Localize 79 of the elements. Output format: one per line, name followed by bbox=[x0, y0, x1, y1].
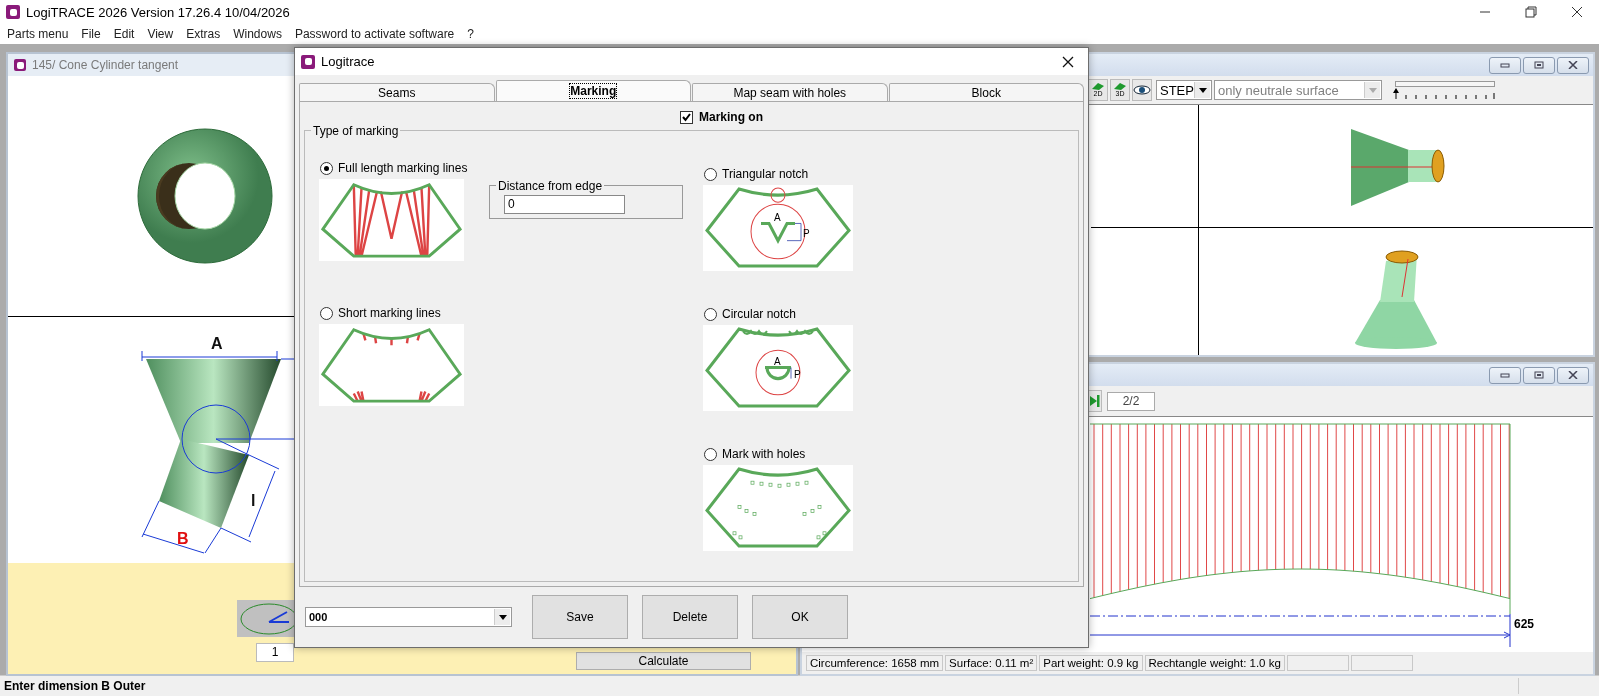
close-icon bbox=[1568, 371, 1578, 379]
radio-button[interactable] bbox=[320, 161, 333, 175]
radio-label[interactable]: Triangular notch bbox=[722, 167, 809, 181]
minimize-button[interactable] bbox=[1489, 366, 1521, 384]
close-icon[interactable] bbox=[1571, 6, 1583, 18]
caret-icon bbox=[1198, 87, 1207, 93]
menu-item[interactable]: Windows bbox=[233, 27, 282, 41]
restore-icon bbox=[1534, 371, 1544, 379]
eye-icon bbox=[1133, 85, 1151, 95]
group-title: Type of marking bbox=[311, 124, 401, 138]
status-cell: Circumference: 1658 mm bbox=[806, 655, 944, 671]
radio-label[interactable]: Circular notch bbox=[722, 307, 797, 321]
dialog-button[interactable]: Delete bbox=[642, 595, 738, 639]
caret-icon bbox=[498, 614, 507, 620]
close-icon bbox=[1568, 61, 1578, 69]
dimension-label: B bbox=[177, 530, 189, 547]
minimize-icon bbox=[1500, 61, 1510, 69]
tab[interactable]: Block bbox=[888, 83, 1084, 101]
last-page-icon bbox=[1090, 394, 1100, 408]
menu-item[interactable]: Extras bbox=[186, 27, 221, 41]
minimize-icon bbox=[1500, 371, 1510, 379]
menu-item[interactable]: View bbox=[147, 27, 174, 41]
dimension-label: A bbox=[211, 335, 223, 352]
app-title: LogiTRACE 2026 Version 17.26.4 10/04/2026 bbox=[26, 4, 290, 20]
eye-button[interactable] bbox=[1132, 79, 1152, 101]
restore-icon[interactable] bbox=[1525, 6, 1537, 18]
window-logo-icon bbox=[14, 59, 26, 71]
distance-field[interactable]: 0 bbox=[504, 195, 625, 214]
menu-item[interactable]: File bbox=[81, 27, 101, 41]
preset-dropdown[interactable]: 000 bbox=[305, 607, 512, 627]
tab[interactable]: Seams bbox=[299, 83, 495, 101]
restore-icon bbox=[1534, 61, 1544, 69]
window-title: 145/ Cone Cylinder tangent bbox=[32, 58, 179, 72]
radio-label[interactable]: Mark with holes bbox=[722, 447, 806, 461]
checkbox-label[interactable]: Marking on bbox=[699, 110, 763, 124]
view-mode-icon bbox=[1091, 82, 1105, 90]
tab[interactable]: Marking bbox=[495, 80, 691, 101]
calculate-button[interactable]: Calculate bbox=[576, 652, 751, 670]
notch-label: P bbox=[803, 227, 810, 239]
close-button[interactable] bbox=[1557, 56, 1589, 74]
group-title: Distance from edge bbox=[496, 179, 605, 193]
status-cell: Surface: 0.11 m² bbox=[945, 655, 1038, 671]
radio-button[interactable] bbox=[704, 167, 717, 181]
close-button[interactable] bbox=[1557, 366, 1589, 384]
dimension-label: l bbox=[251, 492, 256, 509]
radio-button[interactable] bbox=[320, 306, 333, 320]
menu-item[interactable]: Parts menu bbox=[7, 27, 69, 41]
radio-label[interactable]: Short marking lines bbox=[338, 306, 441, 320]
close-icon[interactable] bbox=[1062, 55, 1074, 68]
dialog-title: Logitrace bbox=[321, 54, 375, 69]
radio-button[interactable] bbox=[704, 447, 717, 461]
status-message: Enter dimension B Outer bbox=[3, 679, 146, 693]
tab[interactable]: Map seam with holes bbox=[692, 83, 888, 101]
radio-label[interactable]: Full length marking lines bbox=[338, 161, 468, 175]
status-cell: Part weight: 0.9 kg bbox=[1039, 655, 1143, 671]
page-field[interactable]: 2/2 bbox=[1107, 391, 1155, 411]
menu-item[interactable]: Edit bbox=[113, 27, 135, 41]
dialog-button[interactable]: OK bbox=[752, 595, 848, 639]
menu-item[interactable]: Password to activate software bbox=[294, 27, 455, 41]
format-dropdown[interactable]: STEP bbox=[1156, 80, 1212, 100]
view-mode-icon bbox=[1113, 82, 1127, 90]
caret-icon bbox=[1368, 87, 1377, 93]
checkbox[interactable] bbox=[680, 110, 693, 124]
dialog-logo-icon bbox=[301, 54, 315, 69]
count-field[interactable]: 1 bbox=[256, 643, 294, 662]
menu-item[interactable]: ? bbox=[467, 27, 474, 41]
angle-icon[interactable] bbox=[237, 600, 294, 637]
dimension-label: 625 bbox=[1514, 617, 1535, 631]
app-logo-icon bbox=[6, 5, 20, 19]
notch-label: P bbox=[794, 368, 801, 380]
radio-button[interactable] bbox=[704, 307, 717, 321]
notch-label: A bbox=[774, 212, 781, 224]
status-cell bbox=[1286, 655, 1349, 671]
notch-label: A bbox=[774, 356, 781, 368]
status-cell: Rechtangle weight: 1.0 kg bbox=[1144, 655, 1285, 671]
minimize-button[interactable] bbox=[1489, 56, 1521, 74]
dialog-button[interactable]: Save bbox=[532, 595, 628, 639]
slider-thumb[interactable] bbox=[1393, 88, 1399, 93]
status-cell bbox=[1350, 655, 1413, 671]
